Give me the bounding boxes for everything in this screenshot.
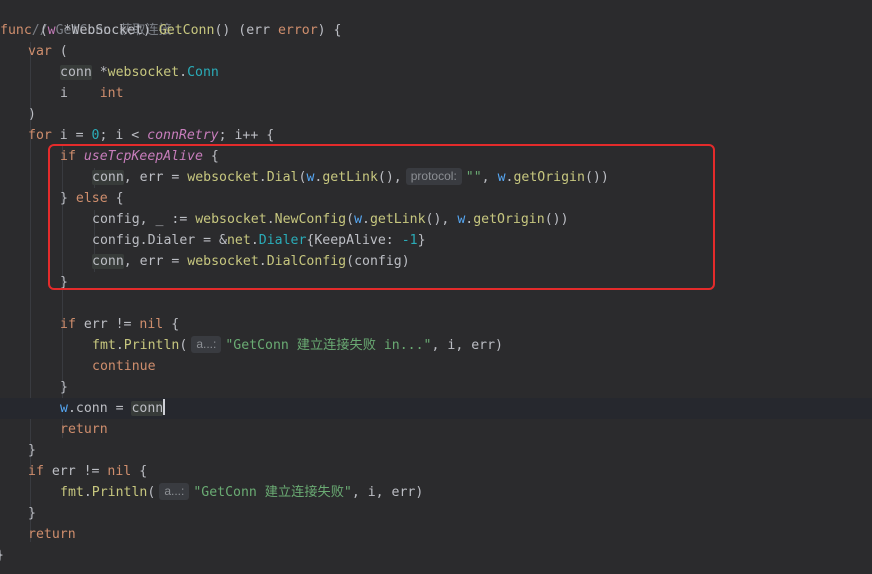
parameter-hint: a...:: [191, 336, 222, 353]
variable-name: conn: [131, 401, 164, 416]
keyword: continue: [92, 359, 156, 374]
code-text: {: [131, 464, 148, 479]
code-line: fmt.Println(a...: "GetConn 建立连接失败", i, er…: [60, 482, 872, 503]
variable-name: conn: [60, 65, 92, 80]
code-text: }: [28, 443, 36, 458]
function-name: Println: [123, 338, 180, 353]
code-editor[interactable]: // GetConn 获取连接 func (w *WebSocket) GetC…: [0, 0, 872, 574]
code-text: i =: [51, 128, 92, 143]
code-text: *: [55, 23, 72, 38]
code-line: fmt.Println(a...: "GetConn 建立连接失败 in...",…: [92, 335, 872, 356]
current-line: w.conn = conn: [0, 398, 872, 419]
code-line: if err != nil {: [28, 461, 872, 482]
string-literal: "GetConn 建立连接失败 in...": [225, 338, 432, 353]
code-text: {: [163, 317, 180, 332]
package-name: fmt: [92, 338, 116, 353]
code-line: // GetConn 获取连接: [0, 0, 872, 38]
code-line: return: [60, 419, 872, 440]
code-text: err !=: [75, 317, 140, 332]
type-name: int: [99, 86, 124, 101]
code-text: ; i++ {: [218, 128, 275, 143]
code-text: }: [60, 380, 68, 395]
code-line: for i = 0; i < connRetry; i++ {: [28, 125, 872, 146]
code-text: }: [0, 548, 4, 563]
keyword: func: [0, 23, 32, 38]
code-text: () (err: [214, 23, 278, 38]
code-text: }: [28, 506, 36, 521]
keyword: for: [28, 128, 52, 143]
receiver-name: w: [47, 23, 56, 38]
keyword: return: [28, 527, 76, 542]
code-line: func (w *WebSocket) GetConn() (err error…: [0, 20, 872, 41]
code-line: if err != nil {: [60, 314, 872, 335]
package-name: fmt: [60, 485, 84, 500]
global-variable: connRetry: [147, 128, 219, 143]
variable-name: i: [60, 86, 68, 101]
code-text: ; i <: [99, 128, 148, 143]
string-literal: "GetConn 建立连接失败": [193, 485, 352, 500]
code-line: }: [60, 377, 872, 398]
code-text: , i, err): [431, 338, 503, 353]
code-text: , i, err): [351, 485, 424, 500]
function-name: Println: [91, 485, 148, 500]
keyword: return: [60, 422, 108, 437]
type-name: error: [277, 23, 318, 38]
code-text: *: [91, 65, 108, 80]
code-line: }: [28, 503, 872, 524]
keyword: if: [60, 317, 76, 332]
code-text: ): [28, 107, 36, 122]
keyword: if: [28, 464, 44, 479]
highlight-box: [48, 144, 715, 290]
code-text: (: [31, 23, 48, 38]
type-name: WebSocket: [71, 23, 143, 38]
code-line: }: [0, 545, 868, 566]
code-line: i int: [60, 83, 872, 104]
code-line: conn *websocket.Conn: [60, 62, 872, 83]
code-line: ): [28, 104, 872, 125]
keyword: nil: [139, 317, 164, 332]
receiver-name: w: [60, 401, 68, 416]
parameter-hint: a...:: [159, 483, 190, 500]
code-line: var (: [28, 41, 872, 62]
code-line: return: [28, 524, 872, 545]
code-line: continue: [92, 356, 872, 377]
code-text: ) {: [317, 23, 342, 38]
code-text: (: [51, 44, 68, 59]
code-text: .: [115, 338, 124, 353]
keyword: var: [28, 44, 52, 59]
code-text: err !=: [43, 464, 108, 479]
type-name: Conn: [187, 65, 219, 80]
text-caret: [163, 399, 165, 415]
package-name: websocket: [107, 65, 180, 80]
code-text: .: [83, 485, 92, 500]
code-text: ): [142, 23, 159, 38]
code-line: }: [28, 440, 872, 461]
keyword: nil: [107, 464, 132, 479]
code-text: (: [147, 485, 156, 500]
code-text: (: [179, 338, 188, 353]
code-text: .conn =: [67, 401, 132, 416]
code-text: .: [179, 65, 188, 80]
function-name: GetConn: [158, 23, 215, 38]
